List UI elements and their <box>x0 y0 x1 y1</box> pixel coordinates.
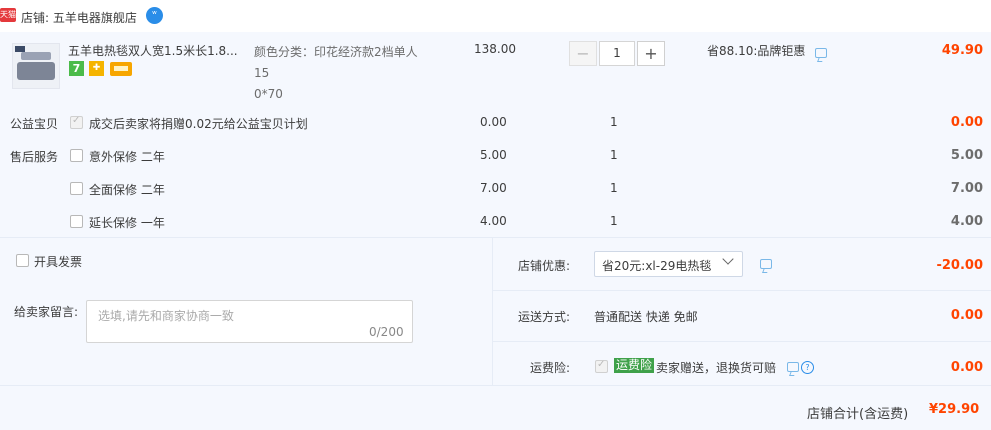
insurance-checkbox <box>595 359 608 373</box>
seven-day-return-icon: 7 <box>69 61 84 76</box>
service-total: 5.00 <box>950 148 983 163</box>
service-qty: 1 <box>610 214 618 228</box>
divider <box>0 385 991 386</box>
service-total: 4.00 <box>950 214 983 229</box>
insurance-text: 卖家赠送，退换货可赔 <box>656 361 777 375</box>
unit-price: 138.00 <box>474 42 516 56</box>
promotion-text: 省88.10:品牌钜惠 <box>707 44 806 58</box>
invoice-label: 开具发票 <box>34 255 83 269</box>
service-qty: 1 <box>610 148 618 162</box>
charity-total: 0.00 <box>950 115 983 130</box>
divider <box>493 341 991 342</box>
item-subtotal: 49.90 <box>941 43 983 58</box>
charity-label: 公益宝贝 <box>10 117 59 131</box>
message-icon[interactable] <box>787 362 799 372</box>
service-checkbox-full[interactable] <box>70 182 83 195</box>
shop-name-link[interactable]: 店铺: 五羊电器旗舰店 <box>21 9 137 26</box>
service-qty: 1 <box>610 181 618 195</box>
insurance-amount: 0.00 <box>950 360 983 375</box>
note-placeholder: 选填,请先和商家协商一致 <box>98 309 234 323</box>
quantity-input[interactable]: 1 <box>599 41 635 66</box>
note-label: 给卖家留言: <box>14 305 79 319</box>
service-total: 7.00 <box>950 181 983 196</box>
shipping-label: 运送方式: <box>517 310 570 324</box>
sku-line-2: 0*70 <box>254 87 283 101</box>
service-name: 意外保修 二年 <box>89 150 165 164</box>
charity-text: 成交后卖家将捐赠0.02元给公益宝贝计划 <box>89 117 308 131</box>
message-icon[interactable] <box>815 48 827 58</box>
charity-qty: 1 <box>610 115 618 129</box>
coupon-selected: 省20元:xl-29电热毯 <box>602 259 712 273</box>
divider <box>493 290 991 291</box>
service-checkbox-extended[interactable] <box>70 215 83 228</box>
sku-line-1: 颜色分类：印花经济款2档单人15 <box>254 45 418 80</box>
note-char-count: 0/200 <box>369 325 404 339</box>
quantity-increase-button[interactable]: + <box>637 41 665 66</box>
message-icon[interactable] <box>760 259 772 269</box>
product-thumbnail[interactable] <box>12 43 60 89</box>
charity-checkbox <box>70 115 83 129</box>
coupon-label: 店铺优惠: <box>517 259 570 273</box>
service-name: 延长保修 一年 <box>89 216 165 230</box>
guarantee-icon: ✚ <box>89 61 104 76</box>
shipping-amount: 0.00 <box>950 308 983 323</box>
service-price: 4.00 <box>480 214 507 228</box>
insurance-tag: 运费险 <box>614 358 655 373</box>
order-item-panel <box>0 32 991 238</box>
shop-total-label: 店铺合计(含运费) <box>807 407 909 422</box>
service-name: 全面保修 二年 <box>89 183 165 197</box>
after-sales-label: 售后服务 <box>10 150 59 164</box>
tmall-icon: 天猫 <box>0 8 16 22</box>
service-price: 7.00 <box>480 181 507 195</box>
help-icon[interactable]: ? <box>801 361 814 374</box>
product-title-link[interactable]: 五羊电热毯双人宽1.5米长1.8... <box>68 42 248 59</box>
insurance-label: 运费险: <box>529 361 570 375</box>
coupon-amount: -20.00 <box>936 258 983 273</box>
product-sku: 颜色分类：印花经济款2档单人15 0*70 <box>254 42 432 105</box>
service-price: 5.00 <box>480 148 507 162</box>
invoice-checkbox[interactable] <box>16 254 29 267</box>
shipping-method: 普通配送 快递 免邮 <box>594 310 698 324</box>
quantity-decrease-button[interactable]: − <box>569 41 597 66</box>
shop-total-value: ¥29.90 <box>929 402 980 417</box>
divider <box>492 238 493 385</box>
service-checkbox-accident[interactable] <box>70 149 83 162</box>
wangwang-icon[interactable]: ʷ <box>146 7 163 24</box>
credit-card-icon <box>110 62 132 76</box>
charity-price: 0.00 <box>480 115 507 129</box>
